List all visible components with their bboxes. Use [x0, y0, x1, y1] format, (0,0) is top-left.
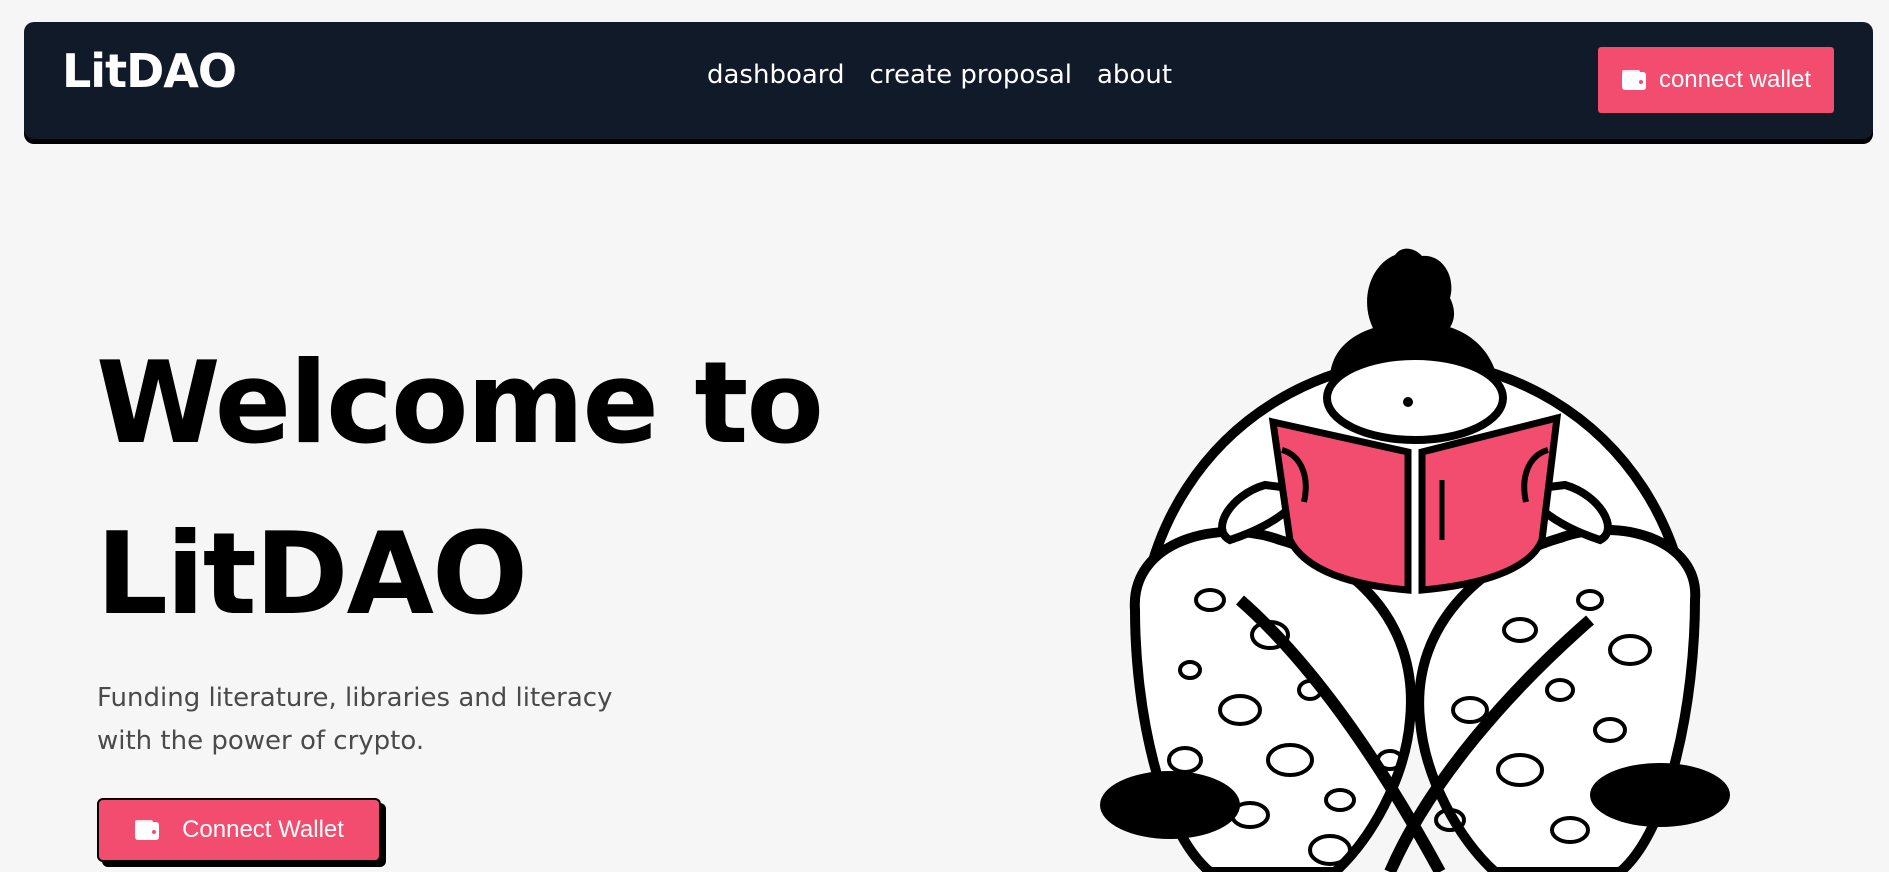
hero-connect-wallet-label: Connect Wallet — [182, 816, 344, 843]
hero-connect-wallet-button[interactable]: Connect Wallet — [97, 798, 381, 862]
top-navbar: LitDAO dashboard create proposal about c… — [24, 22, 1873, 139]
nav-link-dashboard[interactable]: dashboard — [707, 62, 845, 88]
connect-wallet-button[interactable]: connect wallet — [1598, 47, 1834, 113]
wallet-icon — [1621, 69, 1647, 91]
nav-link-create-proposal[interactable]: create proposal — [870, 62, 1072, 88]
connect-wallet-label: connect wallet — [1658, 66, 1812, 93]
person-reading-book-illustration — [1100, 248, 1730, 872]
wallet-icon — [134, 819, 160, 841]
hero-title: Welcome to LitDAO — [96, 337, 824, 640]
hero-subtitle: Funding literature, libraries and litera… — [97, 683, 613, 756]
main-nav: dashboard create proposal about — [707, 62, 1172, 88]
nav-link-about[interactable]: about — [1097, 62, 1172, 88]
brand-logo[interactable]: LitDAO — [62, 48, 237, 94]
